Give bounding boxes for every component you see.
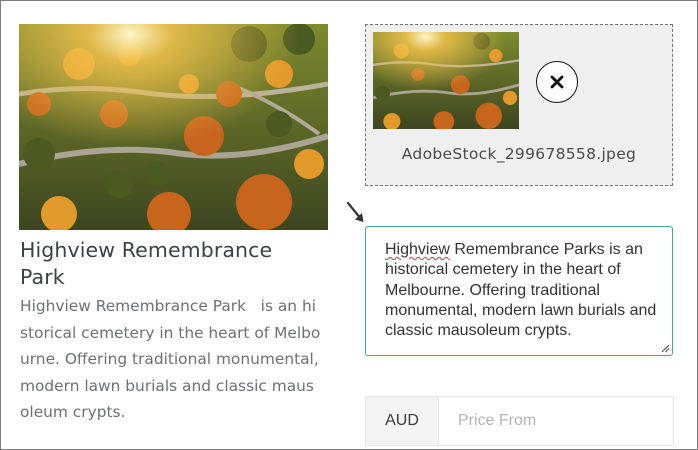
uploaded-thumbnail [373, 32, 519, 129]
upload-filename: AdobeStock_299678558.jpeg [401, 145, 637, 163]
arrow-pointer-icon [346, 201, 364, 222]
card-title: Highview Remembrance Park [20, 238, 273, 289]
price-from-input[interactable] [439, 397, 673, 445]
description-text: Highview Remembrance Parks is an histori… [385, 240, 660, 341]
misspelled-word: Highview [385, 241, 450, 258]
close-icon [550, 75, 564, 89]
price-input-group: AUD [365, 396, 674, 446]
park-photo [19, 24, 328, 230]
currency-label: AUD [366, 397, 439, 445]
remove-image-button[interactable] [536, 61, 578, 103]
description-textarea[interactable]: Highview Remembrance Parks is an histori… [365, 226, 673, 356]
resize-grip-icon[interactable] [660, 343, 670, 353]
card-description: Highview Remembrance Park is an historic… [20, 297, 324, 421]
image-upload-dropzone[interactable]: AdobeStock_299678558.jpeg [365, 24, 673, 186]
